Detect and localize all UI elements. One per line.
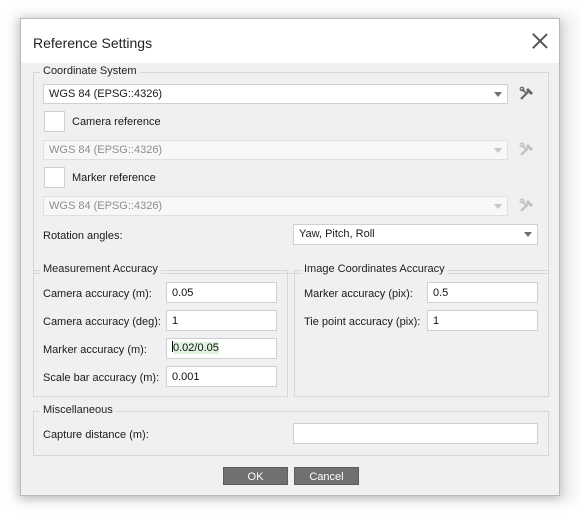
- marker-crs-select[interactable]: WGS 84 (EPSG::4326): [43, 196, 508, 216]
- scale-bar-accuracy-input[interactable]: [166, 366, 277, 387]
- marker-crs-value: WGS 84 (EPSG::4326): [49, 200, 163, 212]
- title-bar: Reference Settings: [21, 19, 559, 63]
- camera-accuracy-m-input[interactable]: [166, 282, 277, 303]
- chevron-down-icon: [494, 204, 502, 209]
- image-coordinates-accuracy-legend: Image Coordinates Accuracy: [301, 263, 448, 275]
- camera-crs-value: WGS 84 (EPSG::4326): [49, 144, 163, 156]
- chevron-down-icon: [524, 232, 532, 237]
- cancel-button[interactable]: Cancel: [294, 467, 359, 485]
- marker-accuracy-m-input[interactable]: 0.02/0.05: [166, 338, 277, 359]
- reference-settings-dialog: Reference Settings Coordinate System WGS…: [20, 18, 560, 496]
- rotation-angles-value: Yaw, Pitch, Roll: [299, 228, 375, 240]
- marker-accuracy-pix-label: Marker accuracy (pix):: [304, 288, 413, 300]
- camera-accuracy-m-label: Camera accuracy (m):: [43, 288, 152, 300]
- chevron-down-icon: [494, 92, 502, 97]
- marker-accuracy-m-value: 0.02/0.05: [173, 342, 219, 354]
- measurement-accuracy-group: Measurement Accuracy Camera accuracy (m)…: [33, 263, 288, 397]
- crs-settings-icon: [518, 141, 536, 159]
- marker-accuracy-pix-input[interactable]: [427, 282, 538, 303]
- image-coordinates-accuracy-group: Image Coordinates Accuracy Marker accura…: [294, 263, 549, 397]
- scale-bar-accuracy-label: Scale bar accuracy (m):: [43, 372, 160, 384]
- miscellaneous-group: Miscellaneous Capture distance (m):: [33, 404, 549, 456]
- marker-accuracy-m-label: Marker accuracy (m):: [43, 344, 147, 356]
- chevron-down-icon: [494, 148, 502, 153]
- miscellaneous-legend: Miscellaneous: [40, 404, 116, 416]
- capture-distance-input[interactable]: [293, 423, 538, 444]
- crs-settings-icon[interactable]: [518, 85, 536, 103]
- coordinate-system-value: WGS 84 (EPSG::4326): [49, 88, 163, 100]
- camera-crs-select[interactable]: WGS 84 (EPSG::4326): [43, 140, 508, 160]
- tie-point-accuracy-label: Tie point accuracy (pix):: [304, 316, 421, 328]
- camera-reference-label: Camera reference: [72, 116, 161, 128]
- capture-distance-label: Capture distance (m):: [43, 429, 149, 441]
- rotation-angles-select[interactable]: Yaw, Pitch, Roll: [293, 224, 538, 245]
- camera-accuracy-deg-label: Camera accuracy (deg):: [43, 316, 161, 328]
- close-icon[interactable]: [531, 32, 549, 50]
- camera-accuracy-deg-input[interactable]: [166, 310, 277, 331]
- coordinate-system-legend: Coordinate System: [40, 65, 140, 77]
- rotation-angles-label: Rotation angles:: [43, 230, 123, 242]
- crs-settings-icon: [518, 197, 536, 215]
- tie-point-accuracy-input[interactable]: [427, 310, 538, 331]
- marker-reference-label: Marker reference: [72, 172, 156, 184]
- coordinate-system-group: Coordinate System WGS 84 (EPSG::4326) Ca…: [33, 65, 549, 274]
- ok-button[interactable]: OK: [223, 467, 288, 485]
- marker-reference-checkbox[interactable]: [44, 167, 65, 188]
- camera-reference-checkbox[interactable]: [44, 111, 65, 132]
- coordinate-system-select[interactable]: WGS 84 (EPSG::4326): [43, 84, 508, 104]
- dialog-title: Reference Settings: [33, 35, 153, 51]
- measurement-accuracy-legend: Measurement Accuracy: [40, 263, 161, 275]
